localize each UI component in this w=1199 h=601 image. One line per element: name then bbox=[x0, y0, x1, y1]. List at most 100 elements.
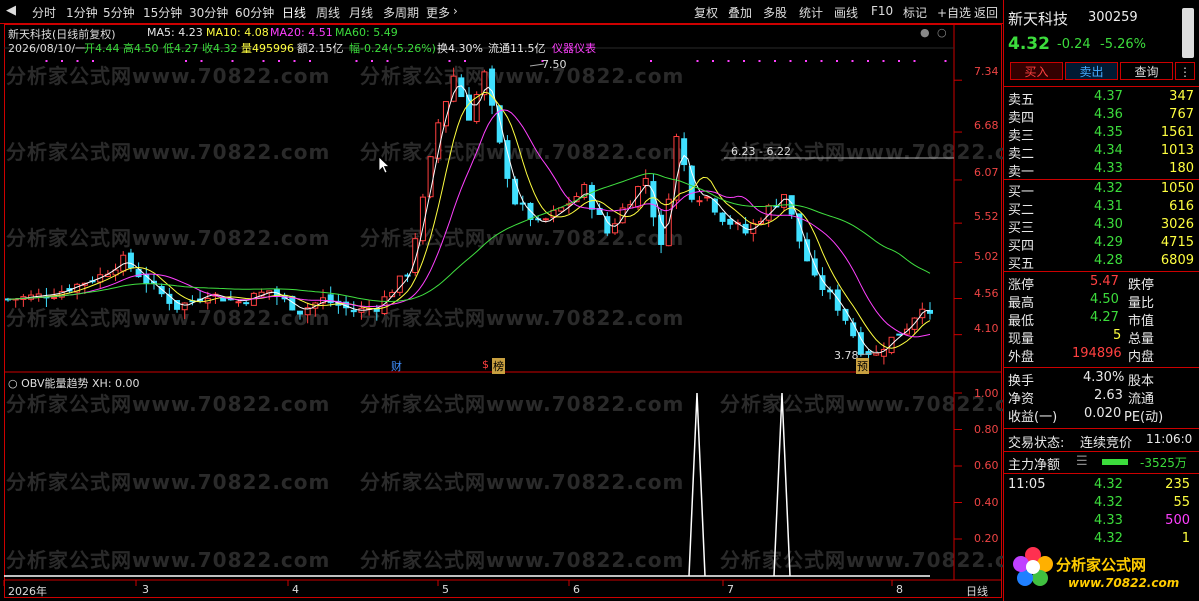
candle[interactable] bbox=[435, 119, 442, 164]
price-tick: 4.10 bbox=[974, 322, 999, 335]
candle[interactable] bbox=[304, 302, 311, 324]
logo-url: www.70822.com bbox=[1068, 576, 1180, 590]
candle[interactable] bbox=[5, 297, 11, 302]
bid-row: 买五 4.28 6809 bbox=[1008, 253, 1194, 272]
trade-status-label: 交易状态: bbox=[1008, 436, 1065, 451]
indicator-title[interactable]: ○ OBV能量趋势 XH: 0.00 bbox=[8, 375, 140, 391]
logo-text: 分析家公式网 bbox=[1056, 556, 1147, 574]
ma20-line[interactable] bbox=[7, 109, 931, 338]
candle[interactable] bbox=[873, 345, 880, 356]
candle[interactable] bbox=[650, 173, 657, 227]
candle[interactable] bbox=[112, 263, 119, 281]
low-value: 低4.27 bbox=[163, 42, 199, 55]
ask-row: 卖二 4.34 1013 bbox=[1008, 143, 1194, 162]
change-value: 幅-0.24(-5.26%) bbox=[349, 42, 436, 55]
ask-row: 卖三 4.35 1561 bbox=[1008, 125, 1194, 144]
open-value: 开4.44 bbox=[84, 42, 120, 55]
obv-spike bbox=[688, 392, 706, 577]
candle[interactable] bbox=[804, 232, 811, 262]
bid-volume: 4715 bbox=[1160, 235, 1194, 250]
bid-price: 4.30 bbox=[1094, 217, 1123, 232]
candle[interactable] bbox=[688, 165, 695, 203]
fin-value: 0.020 bbox=[1084, 406, 1122, 421]
indicator-tick: 0.60 bbox=[974, 459, 999, 472]
finance-marker-icon[interactable]: 财 bbox=[391, 358, 402, 374]
stat-value: 5.47 bbox=[1090, 274, 1119, 289]
stat-label: 量比 bbox=[1128, 296, 1155, 311]
bid-price: 4.32 bbox=[1094, 181, 1123, 196]
ask-label: 卖四 bbox=[1008, 111, 1035, 126]
buy-button[interactable]: 买入 bbox=[1010, 62, 1063, 80]
query-button[interactable]: 查询 bbox=[1120, 62, 1173, 80]
candle[interactable] bbox=[296, 310, 303, 320]
candle[interactable] bbox=[681, 132, 688, 172]
ask-label: 卖二 bbox=[1008, 147, 1035, 162]
ma5-line[interactable] bbox=[7, 85, 931, 354]
candle[interactable] bbox=[719, 212, 726, 226]
dollar-marker-icon[interactable]: $ bbox=[482, 358, 489, 371]
candle[interactable] bbox=[665, 193, 672, 247]
price-tick: 6.07 bbox=[974, 166, 999, 179]
bid-volume: 1050 bbox=[1160, 181, 1194, 196]
scroll-handle[interactable] bbox=[1182, 8, 1194, 58]
kline-chart[interactable] bbox=[0, 0, 1003, 601]
date-tick: 7 bbox=[727, 583, 734, 596]
forecast-marker-icon[interactable]: 预 bbox=[856, 358, 869, 374]
tick-price: 4.32 bbox=[1094, 531, 1123, 546]
candle[interactable] bbox=[896, 333, 903, 336]
ask-volume: 347 bbox=[1169, 89, 1194, 104]
candle[interactable] bbox=[819, 267, 826, 297]
ma10-line[interactable] bbox=[7, 91, 931, 349]
price-tick: 7.34 bbox=[974, 65, 999, 78]
sector-link[interactable]: 仪器仪表 bbox=[552, 40, 596, 56]
stat-row: 现量 5 总量 bbox=[1008, 328, 1194, 347]
candle[interactable] bbox=[312, 301, 319, 317]
bid-label: 买三 bbox=[1008, 221, 1035, 236]
tick-row: 11:05 4.32 235 bbox=[1008, 477, 1194, 495]
candle[interactable] bbox=[658, 209, 665, 254]
candle[interactable] bbox=[28, 290, 35, 302]
date-value: 2026/08/10/一 bbox=[8, 42, 87, 55]
ma20-value: MA20: 4.51 bbox=[270, 26, 333, 39]
candle[interactable] bbox=[166, 287, 173, 311]
candle[interactable] bbox=[642, 169, 649, 194]
ranking-marker-icon[interactable]: 榜 bbox=[492, 358, 505, 374]
candle[interactable] bbox=[834, 284, 841, 316]
list-icon[interactable]: ☰ bbox=[1076, 454, 1088, 469]
candle[interactable] bbox=[35, 288, 42, 302]
indicator-value: XH: 0.00 bbox=[92, 377, 140, 390]
high-annotation: 7.50 bbox=[542, 58, 567, 71]
candle[interactable] bbox=[750, 219, 757, 242]
candle[interactable] bbox=[696, 196, 703, 206]
close-value: 收4.32 bbox=[202, 42, 238, 55]
settings-icon[interactable]: ● bbox=[920, 26, 930, 39]
ask-row: 卖四 4.36 767 bbox=[1008, 107, 1194, 126]
candle[interactable] bbox=[12, 298, 19, 308]
tick-volume: 235 bbox=[1165, 477, 1190, 492]
fin-label: 换手 bbox=[1008, 374, 1035, 389]
ask-row: 卖一 4.33 180 bbox=[1008, 161, 1194, 180]
sell-button[interactable]: 卖出 bbox=[1065, 62, 1118, 80]
ask-volume: 180 bbox=[1169, 161, 1194, 176]
candle[interactable] bbox=[781, 194, 788, 212]
stat-label: 最高 bbox=[1008, 296, 1035, 311]
candle[interactable] bbox=[243, 300, 250, 306]
bid-price: 4.28 bbox=[1094, 253, 1123, 268]
float-value: 流通11.5亿 bbox=[488, 42, 546, 55]
stat-row: 最低 4.27 市值 bbox=[1008, 310, 1194, 329]
main-flow-row[interactable]: 主力净额 ☰ -3525万 bbox=[1008, 454, 1194, 473]
candle[interactable] bbox=[66, 284, 73, 294]
main-flow-value: -3525万 bbox=[1140, 456, 1187, 470]
candle[interactable] bbox=[143, 266, 150, 293]
stat-row: 最高 4.50 量比 bbox=[1008, 292, 1194, 311]
bid-label: 买一 bbox=[1008, 185, 1035, 200]
bid-label: 买四 bbox=[1008, 239, 1035, 254]
candle[interactable] bbox=[20, 293, 27, 307]
close-icon[interactable]: ○ bbox=[937, 26, 947, 39]
candle[interactable] bbox=[327, 286, 334, 307]
high-value: 高4.50 bbox=[123, 42, 159, 55]
candle[interactable] bbox=[527, 202, 534, 227]
fin-label: 流通 bbox=[1128, 392, 1155, 407]
more-button[interactable]: ⋮ bbox=[1175, 62, 1195, 80]
date-tick: 5 bbox=[442, 583, 449, 596]
